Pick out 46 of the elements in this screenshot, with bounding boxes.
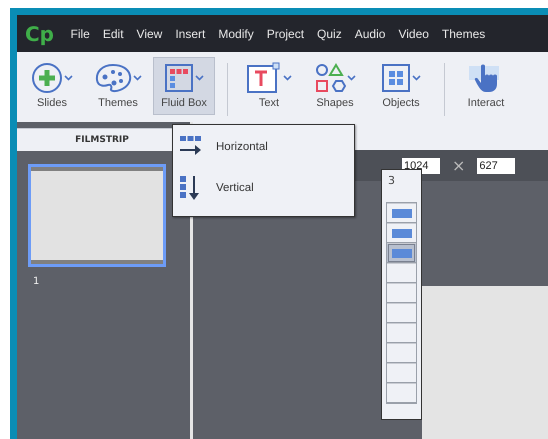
count-cell[interactable]	[387, 303, 416, 323]
toolbar-button[interactable]: Text	[238, 57, 300, 115]
count-cell[interactable]	[387, 323, 416, 343]
menu-item[interactable]: View	[130, 26, 169, 40]
toolbar-button[interactable]: Objects	[370, 57, 432, 115]
count-cell[interactable]	[387, 243, 416, 263]
text-box-icon	[246, 62, 282, 94]
count-cell[interactable]	[387, 343, 416, 363]
toolbar-button[interactable]: Themes	[87, 57, 149, 115]
caret-icon	[195, 75, 204, 81]
menu-item[interactable]: Project	[260, 26, 311, 40]
toolbar-button[interactable]: Fluid Box	[153, 57, 215, 115]
menu-option[interactable]: Vertical	[179, 175, 354, 201]
times-sign: ×	[452, 156, 466, 175]
menu-item[interactable]: Themes	[435, 26, 492, 40]
toolbar-button[interactable]: Shapes	[304, 57, 366, 115]
menu-item[interactable]: Video	[392, 26, 436, 40]
menu-item[interactable]: File	[64, 26, 96, 40]
count-cell[interactable]	[387, 363, 416, 383]
palette-icon	[94, 63, 132, 93]
count-cell[interactable]	[387, 223, 416, 243]
toolbar-button[interactable]: Slides	[21, 57, 83, 115]
caret-icon	[283, 75, 292, 81]
slide-thumbnail[interactable]	[28, 164, 166, 267]
menu-item[interactable]: Edit	[96, 26, 130, 40]
plus-circle-icon	[31, 62, 63, 94]
caret-icon	[412, 75, 421, 81]
caret-icon	[133, 75, 142, 81]
menu-item[interactable]: Modify	[212, 26, 260, 40]
caret-icon	[347, 75, 356, 81]
fluid-box-icon	[164, 63, 194, 93]
count-cell[interactable]	[387, 203, 416, 223]
app-logo: Cp	[25, 22, 54, 46]
count-cell[interactable]	[387, 383, 416, 403]
count-cell[interactable]	[387, 263, 416, 283]
slide-number: 1	[33, 276, 40, 287]
count-value: 3	[388, 174, 396, 189]
height-field[interactable]: 627	[477, 158, 516, 174]
toolbar-button[interactable]: Interact	[455, 57, 517, 115]
menu-item[interactable]: Quiz	[310, 26, 348, 40]
grid-window-icon	[381, 63, 411, 93]
menu-item[interactable]: Insert	[168, 26, 212, 40]
caret-icon	[64, 75, 73, 81]
count-cell[interactable]	[387, 283, 416, 303]
menu-item[interactable]: Audio	[348, 26, 392, 40]
shapes-icon	[314, 62, 346, 94]
